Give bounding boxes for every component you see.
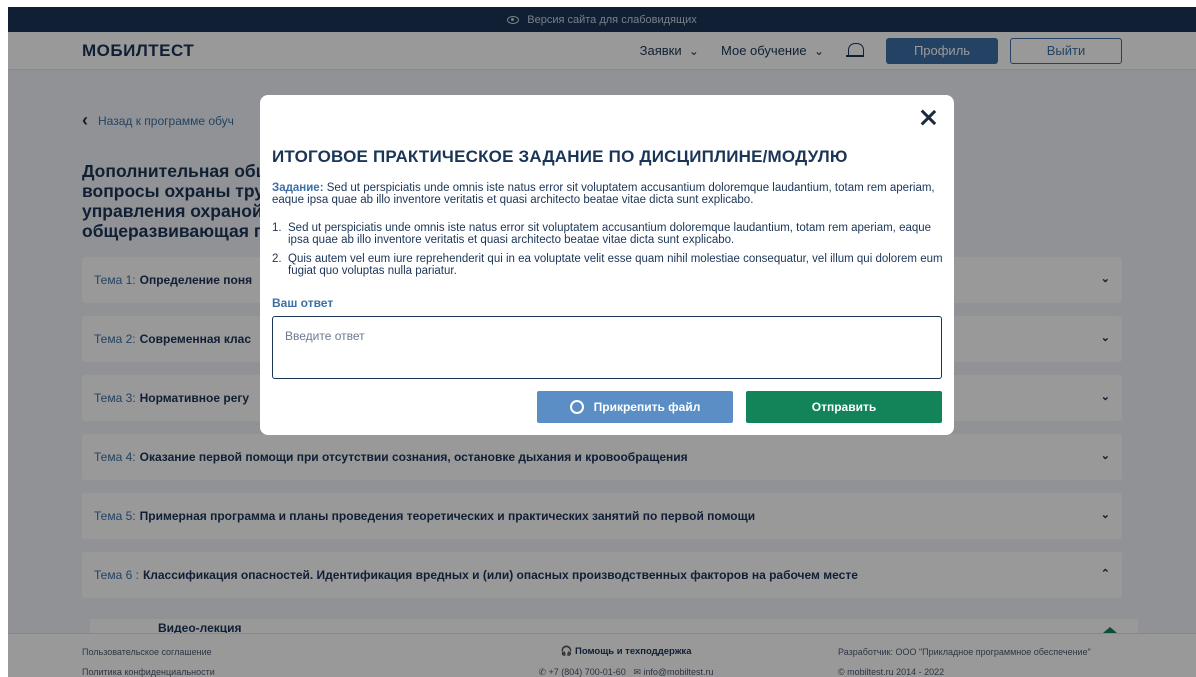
list-item-text: Sed ut perspiciatis unde omnis iste natu… — [288, 222, 932, 246]
attach-file-label: Прикрепить файл — [593, 400, 701, 414]
task-description: Задание: Sed ut perspiciatis unde omnis … — [272, 182, 944, 206]
list-item-number: 1. — [272, 222, 282, 234]
answer-label: Ваш ответ — [272, 296, 334, 310]
attach-file-button[interactable]: Прикрепить файл — [537, 391, 733, 423]
answer-input[interactable] — [272, 316, 942, 379]
list-item-number: 2. — [272, 253, 282, 265]
list-item-text: Quis autem vel eum iure reprehenderit qu… — [288, 253, 943, 277]
task-text: Sed ut perspiciatis unde omnis iste natu… — [272, 182, 935, 206]
list-item: 1. Sed ut perspiciatis unde omnis iste n… — [272, 222, 944, 246]
send-button[interactable]: Отправить — [746, 391, 942, 423]
close-icon[interactable] — [920, 109, 936, 125]
paperclip-icon — [566, 397, 587, 417]
final-task-modal: ИТОГОВОЕ ПРАКТИЧЕСКОЕ ЗАДАНИЕ ПО ДИСЦИПЛ… — [260, 95, 954, 435]
modal-title: ИТОГОВОЕ ПРАКТИЧЕСКОЕ ЗАДАНИЕ ПО ДИСЦИПЛ… — [272, 147, 848, 166]
task-label: Задание: — [272, 182, 324, 194]
task-items: 1. Sed ut perspiciatis unde omnis iste n… — [272, 222, 944, 284]
list-item: 2. Quis autem vel eum iure reprehenderit… — [272, 253, 944, 277]
